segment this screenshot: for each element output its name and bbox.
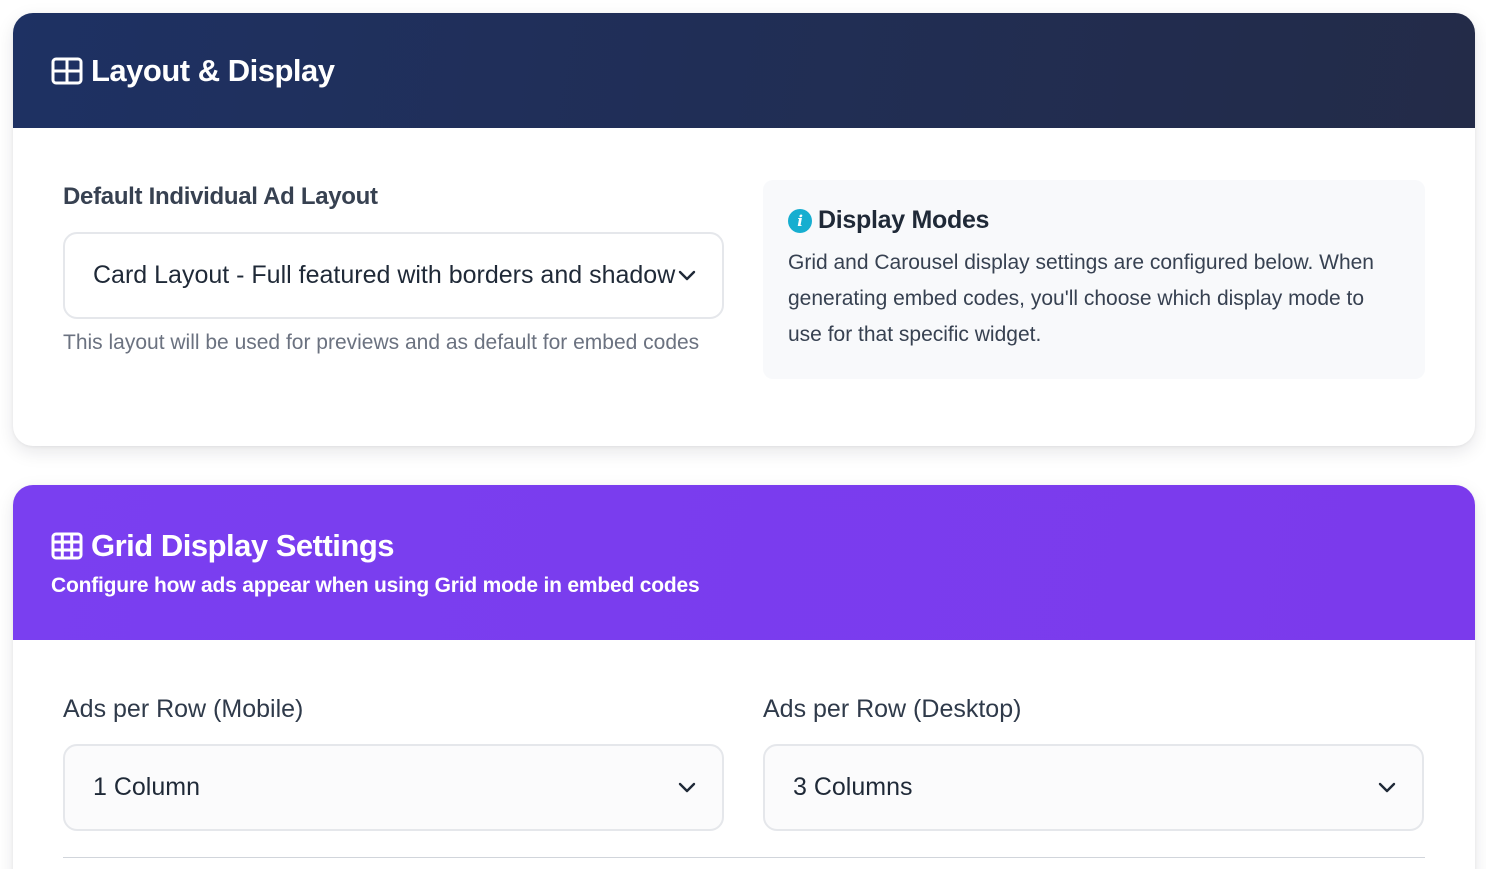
chevron-down-icon <box>678 270 696 280</box>
chevron-down-icon <box>678 782 696 792</box>
default-layout-select[interactable]: Card Layout - Full featured with borders… <box>63 232 724 319</box>
section-divider <box>63 857 1425 858</box>
display-modes-text: Grid and Carousel display settings are c… <box>788 251 1374 346</box>
ads-per-row-mobile-label: Ads per Row (Mobile) <box>63 695 304 723</box>
table-grid-icon <box>51 532 83 559</box>
default-layout-select-value: Card Layout - Full featured with borders… <box>93 261 676 289</box>
chevron-down-icon <box>1378 782 1396 792</box>
grid-display-header: Grid Display Settings Configure how ads … <box>13 485 1475 640</box>
display-modes-title-row: i Display Modes <box>788 206 1400 235</box>
layout-grid-icon <box>51 57 83 84</box>
info-icon: i <box>788 208 812 233</box>
grid-display-card: Grid Display Settings Configure how ads … <box>13 485 1475 869</box>
default-layout-label: Default Individual Ad Layout <box>63 183 378 210</box>
layout-display-title: Layout & Display <box>91 52 335 88</box>
ads-per-row-desktop-select[interactable]: 3 Columns <box>763 744 1424 831</box>
display-modes-title: Display Modes <box>818 206 990 234</box>
grid-display-title: Grid Display Settings <box>91 527 395 563</box>
ads-per-row-mobile-select[interactable]: 1 Column <box>63 744 724 831</box>
default-layout-hint: This layout will be used for previews an… <box>63 331 700 354</box>
layout-display-card: Layout & Display Default Individual Ad L… <box>13 13 1475 446</box>
display-modes-info-box: i Display Modes Grid and Carousel displa… <box>763 180 1425 379</box>
grid-display-title-row: Grid Display Settings <box>51 528 1437 564</box>
layout-display-title-row: Layout & Display <box>51 53 1437 89</box>
ads-per-row-mobile-value: 1 Column <box>93 773 200 801</box>
grid-display-subtitle: Configure how ads appear when using Grid… <box>51 573 700 597</box>
ads-per-row-desktop-label: Ads per Row (Desktop) <box>763 695 1022 723</box>
ads-per-row-desktop-value: 3 Columns <box>793 773 913 801</box>
layout-display-header: Layout & Display <box>13 13 1475 128</box>
